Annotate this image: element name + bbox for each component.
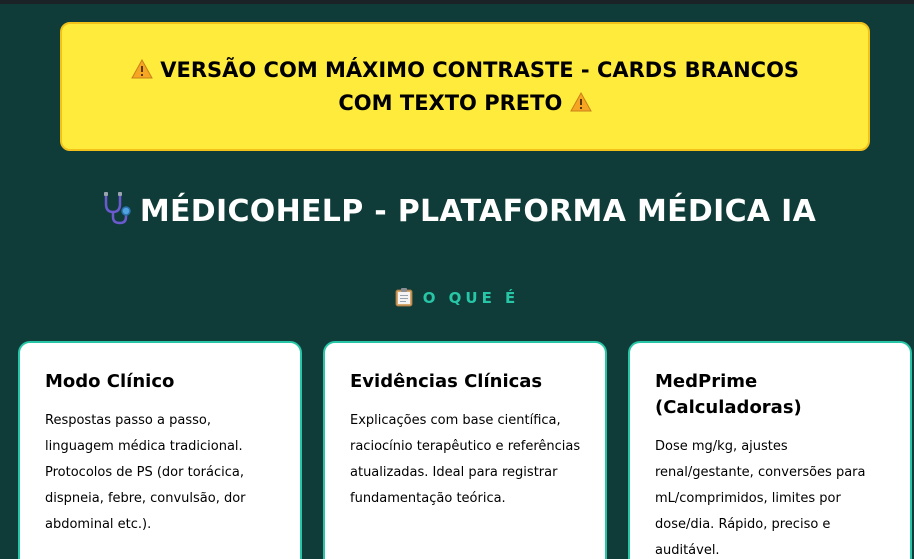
clipboard-icon xyxy=(395,288,413,307)
card-modo-clinico[interactable]: Modo Clínico Respostas passo a passo, li… xyxy=(18,341,302,559)
card-medprime[interactable]: MedPrime (Calculadoras) Dose mg/kg, ajus… xyxy=(628,341,912,559)
card-description: Dose mg/kg, ajustes renal/gestante, conv… xyxy=(655,439,866,558)
warning-icon xyxy=(569,91,592,111)
card-description: Respostas passo a passo, linguagem médic… xyxy=(45,413,246,532)
warning-banner: VERSÃO COM MÁXIMO CONTRASTE - CARDS BRAN… xyxy=(60,22,870,151)
warning-text-wrap: VERSÃO COM MÁXIMO CONTRASTE - CARDS BRAN… xyxy=(105,54,825,120)
card-evidencias-clinicas[interactable]: Evidências Clínicas Explicações com base… xyxy=(323,341,607,559)
card-title: MedPrime (Calculadoras) xyxy=(655,371,802,418)
card-title: Modo Clínico xyxy=(45,371,175,392)
top-strip xyxy=(0,0,914,4)
stethoscope-icon xyxy=(103,192,131,225)
page-title: MÉDICOHELP - PLATAFORMA MÉDICA IA xyxy=(0,190,914,229)
section-heading-text: O QUE É xyxy=(422,289,520,307)
warning-icon xyxy=(131,58,153,78)
card-description: Explicações com base científica, raciocí… xyxy=(350,413,581,506)
page-title-text: MÉDICOHELP - PLATAFORMA MÉDICA IA xyxy=(139,194,817,229)
card-title: Evidências Clínicas xyxy=(350,371,543,392)
section-heading: O QUE É xyxy=(0,287,914,307)
warning-text: VERSÃO COM MÁXIMO CONTRASTE - CARDS BRAN… xyxy=(160,57,800,115)
